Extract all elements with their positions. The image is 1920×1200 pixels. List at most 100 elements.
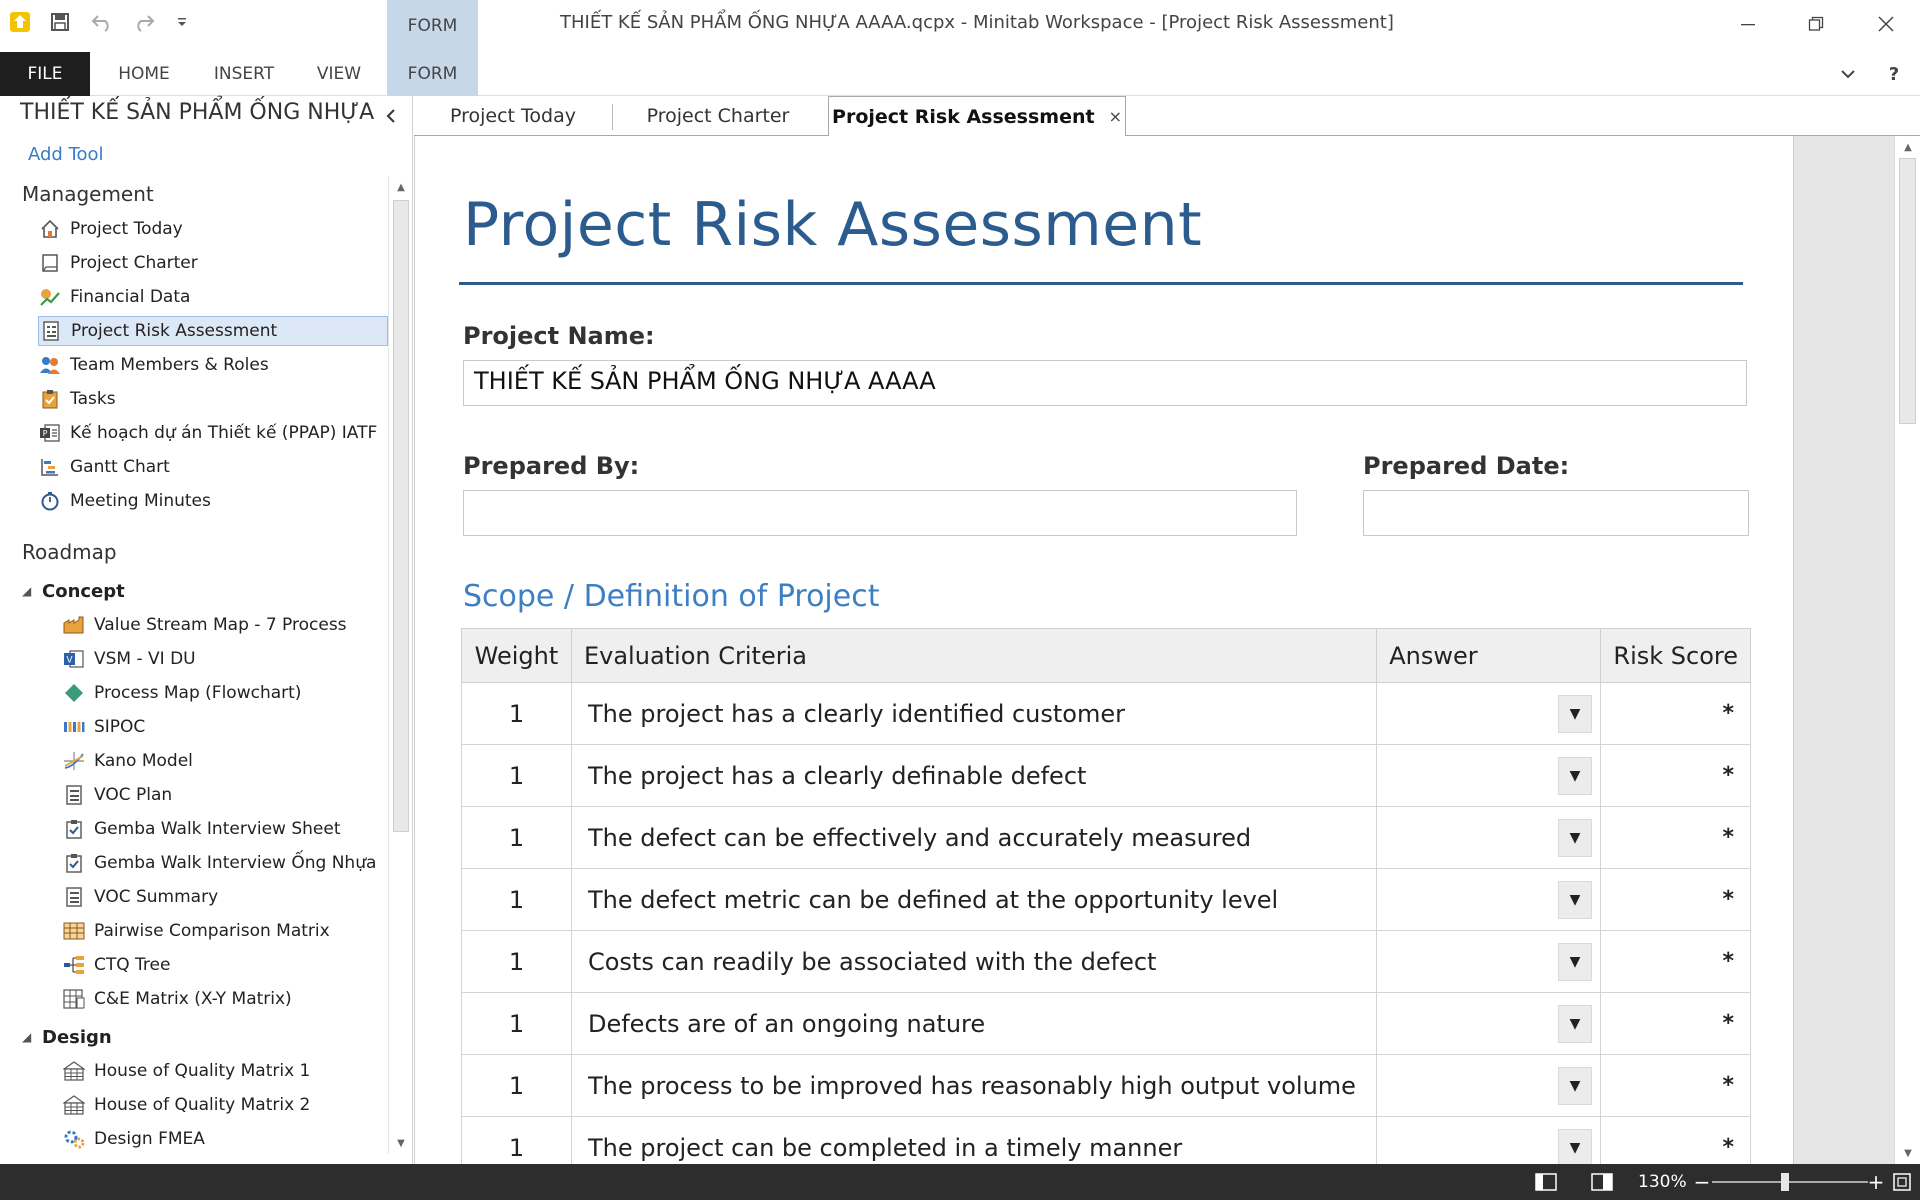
scroll-thumb[interactable]	[1899, 158, 1916, 424]
weight-cell[interactable]: 1	[461, 930, 572, 993]
zoom-slider-thumb[interactable]	[1781, 1173, 1790, 1191]
scroll-down-icon[interactable]: ▼	[1895, 1142, 1920, 1164]
column-header-weight[interactable]: Weight	[461, 628, 572, 683]
weight-cell[interactable]: 1	[461, 868, 572, 931]
weight-cell[interactable]: 1	[461, 744, 572, 807]
criteria-cell: The defect can be effectively and accura…	[570, 806, 1378, 869]
answer-dropdown-icon[interactable]: ▼	[1558, 757, 1593, 795]
app-logo-icon[interactable]	[6, 8, 34, 36]
weight-cell[interactable]: 1	[461, 1054, 572, 1117]
risk-score-cell: *	[1600, 1054, 1751, 1117]
navigator-view-icon[interactable]	[1532, 1170, 1560, 1194]
scroll-up-icon[interactable]: ▲	[1895, 136, 1920, 158]
answer-cell[interactable]: ▼	[1376, 1116, 1602, 1164]
zoom-level[interactable]: 130%	[1638, 1172, 1687, 1192]
answer-dropdown-icon[interactable]: ▼	[1558, 695, 1593, 733]
sidebar-item-meeting-minutes[interactable]: Meeting Minutes	[38, 486, 388, 516]
sidebar-item-ctq-tree[interactable]: CTQ Tree	[62, 950, 388, 980]
sidebar-item-project-risk-assessment[interactable]: Project Risk Assessment	[38, 316, 388, 346]
sidebar-item-sipoc[interactable]: SIPOC	[62, 712, 388, 742]
save-icon[interactable]	[46, 8, 74, 36]
tab-project-charter[interactable]: Project Charter	[612, 96, 824, 136]
answer-dropdown-icon[interactable]: ▼	[1558, 1067, 1593, 1105]
sidebar-item-vsm-vi-du[interactable]: V VSM - VI DU	[62, 644, 388, 674]
answer-dropdown-icon[interactable]: ▼	[1558, 1129, 1593, 1164]
add-tool-link[interactable]: Add Tool	[28, 144, 104, 165]
scroll-down-icon[interactable]: ▼	[389, 1132, 413, 1154]
answer-cell[interactable]: ▼	[1376, 1054, 1602, 1117]
answer-cell[interactable]: ▼	[1376, 806, 1602, 869]
sidebar-item-label: Pairwise Comparison Matrix	[94, 921, 330, 941]
answer-dropdown-icon[interactable]: ▼	[1558, 881, 1593, 919]
ribbon-collapse-icon[interactable]	[1832, 60, 1864, 88]
sidebar-item-project-plan[interactable]: P Kế hoạch dự án Thiết kế (PPAP) IATF	[38, 418, 388, 448]
tab-insert[interactable]: INSERT	[204, 52, 284, 96]
risk-score-cell: *	[1600, 806, 1751, 869]
sidebar-item-design-fmea[interactable]: Design FMEA	[62, 1124, 388, 1154]
sidebar-item-pairwise-matrix[interactable]: Pairwise Comparison Matrix	[62, 916, 388, 946]
weight-cell[interactable]: 1	[461, 806, 572, 869]
weight-cell[interactable]: 1	[461, 992, 572, 1055]
sidebar-item-project-today[interactable]: Project Today	[38, 214, 388, 244]
answer-dropdown-icon[interactable]: ▼	[1558, 943, 1593, 981]
answer-dropdown-icon[interactable]: ▼	[1558, 819, 1593, 857]
scroll-up-icon[interactable]: ▲	[389, 176, 413, 198]
answer-cell[interactable]: ▼	[1376, 744, 1602, 807]
prepared-by-field[interactable]	[463, 490, 1297, 536]
sidebar-item-gemba-walk-ong-nhua[interactable]: Gemba Walk Interview Ống Nhựa	[62, 848, 388, 878]
prepared-date-field[interactable]	[1363, 490, 1749, 536]
sidebar-item-project-charter[interactable]: Project Charter	[38, 248, 388, 278]
sidebar-item-process-map[interactable]: Process Map (Flowchart)	[62, 678, 388, 708]
redo-icon[interactable]	[130, 8, 158, 36]
clipboard-icon	[38, 388, 62, 410]
tab-project-today[interactable]: Project Today	[414, 96, 612, 136]
phase-concept[interactable]: ◢ Concept	[22, 576, 125, 606]
phase-design[interactable]: ◢ Design	[22, 1022, 112, 1052]
answer-cell[interactable]: ▼	[1376, 682, 1602, 745]
column-header-answer[interactable]: Answer	[1376, 628, 1602, 683]
column-header-criteria[interactable]: Evaluation Criteria	[570, 628, 1378, 683]
tab-view[interactable]: VIEW	[308, 52, 370, 96]
sidebar-item-hoq-1[interactable]: House of Quality Matrix 1	[62, 1056, 388, 1086]
split-view-icon[interactable]	[1588, 1170, 1616, 1194]
undo-icon[interactable]	[88, 8, 116, 36]
scroll-thumb[interactable]	[393, 200, 409, 832]
answer-dropdown-icon[interactable]: ▼	[1558, 1005, 1593, 1043]
weight-cell[interactable]: 1	[461, 1116, 572, 1164]
sidebar-item-voc-summary[interactable]: VOC Summary	[62, 882, 388, 912]
expand-triangle-icon[interactable]: ◢	[22, 1030, 42, 1044]
expand-triangle-icon[interactable]: ◢	[22, 584, 42, 598]
content-scrollbar[interactable]: ▲ ▼	[1894, 136, 1920, 1164]
sidebar-item-financial-data[interactable]: Financial Data	[38, 282, 388, 312]
answer-cell[interactable]: ▼	[1376, 992, 1602, 1055]
sidebar-item-voc-plan[interactable]: VOC Plan	[62, 780, 388, 810]
close-tab-icon[interactable]: ×	[1109, 107, 1122, 126]
sidebar-item-gantt-chart[interactable]: Gantt Chart	[38, 452, 388, 482]
tab-file[interactable]: FILE	[0, 52, 90, 96]
sidebar-item-tasks[interactable]: Tasks	[38, 384, 388, 414]
tab-project-risk-assessment[interactable]: Project Risk Assessment ×	[828, 96, 1126, 137]
collapse-panel-icon[interactable]	[381, 104, 401, 128]
sidebar-item-team-members[interactable]: Team Members & Roles	[38, 350, 388, 380]
minimize-icon[interactable]	[1720, 4, 1776, 44]
sidebar-item-kano-model[interactable]: Kano Model	[62, 746, 388, 776]
close-icon[interactable]	[1858, 4, 1914, 44]
tab-home[interactable]: HOME	[108, 52, 180, 96]
zoom-slider[interactable]	[1712, 1181, 1868, 1183]
sidebar-item-gemba-walk-sheet[interactable]: Gemba Walk Interview Sheet	[62, 814, 388, 844]
navigator-scrollbar[interactable]: ▲ ▼	[388, 176, 412, 1154]
restore-icon[interactable]	[1788, 4, 1844, 44]
answer-cell[interactable]: ▼	[1376, 868, 1602, 931]
sidebar-item-value-stream-map[interactable]: Value Stream Map - 7 Process	[62, 610, 388, 640]
customize-dropdown-icon[interactable]	[172, 8, 192, 36]
tab-form[interactable]: FORM	[387, 52, 478, 96]
fit-to-window-icon[interactable]	[1888, 1170, 1916, 1194]
project-name-field[interactable]: THIẾT KẾ SẢN PHẨM ỐNG NHỰA AAAA	[463, 360, 1747, 406]
sidebar-item-ce-matrix[interactable]: C&E Matrix (X-Y Matrix)	[62, 984, 388, 1014]
column-header-risk-score[interactable]: Risk Score	[1600, 628, 1751, 683]
zoom-in-button[interactable]: +	[1862, 1170, 1890, 1194]
answer-cell[interactable]: ▼	[1376, 930, 1602, 993]
weight-cell[interactable]: 1	[461, 682, 572, 745]
help-button[interactable]: ?	[1878, 60, 1910, 88]
sidebar-item-hoq-2[interactable]: House of Quality Matrix 2	[62, 1090, 388, 1120]
